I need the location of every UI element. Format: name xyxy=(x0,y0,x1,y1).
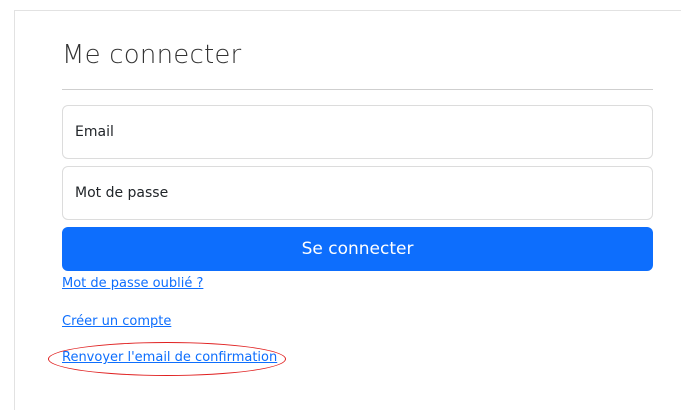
title-divider xyxy=(62,89,653,90)
login-button[interactable]: Se connecter xyxy=(62,227,653,271)
forgot-password-link[interactable]: Mot de passe oublié ? xyxy=(62,276,203,291)
password-field[interactable] xyxy=(62,166,653,220)
email-field[interactable] xyxy=(62,105,653,159)
page-title: Me connecter xyxy=(62,40,242,70)
create-account-link[interactable]: Créer un compte xyxy=(62,314,171,329)
resend-confirmation-link[interactable]: Renvoyer l'email de confirmation xyxy=(62,350,277,365)
